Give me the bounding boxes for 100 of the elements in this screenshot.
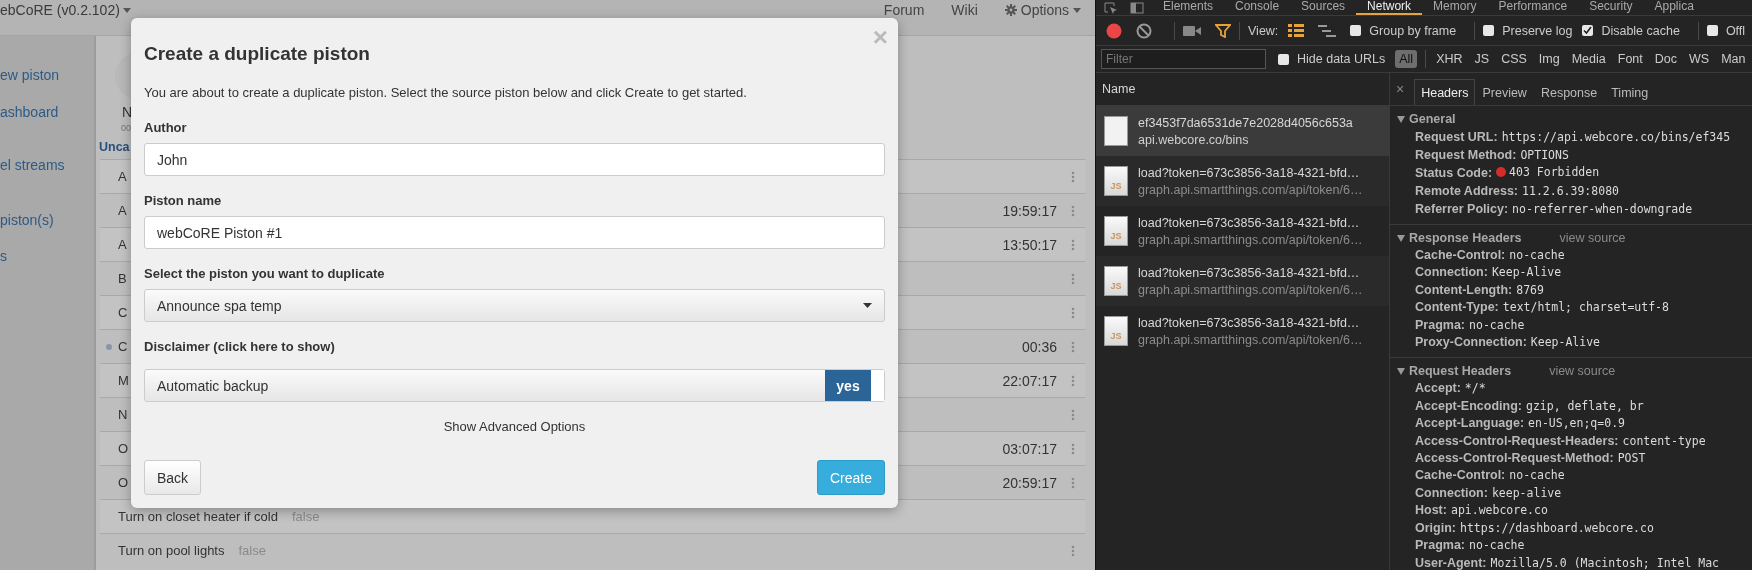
piston-dropdown[interactable]: Announce spa temp [144, 289, 885, 322]
text-field[interactable]: John [144, 143, 885, 176]
devtools-tab[interactable]: Console [1224, 0, 1291, 15]
disclosure-triangle-icon[interactable] [1397, 367, 1405, 375]
record-icon[interactable] [1106, 22, 1122, 39]
type-filter[interactable]: WS [1685, 50, 1714, 68]
nav-link[interactable]: Wiki [951, 2, 978, 18]
filter-icon[interactable] [1215, 23, 1231, 38]
header-value: 403 Forbidden [1509, 165, 1600, 179]
piston-name: O [118, 441, 129, 456]
devtools-tab[interactable]: Applica [1643, 0, 1705, 15]
request-row[interactable]: JS load?token=673c3856-3a18-4321-bfd… graph.api.smartthings.com/api/token/6… [1096, 206, 1389, 256]
checkbox[interactable] [1582, 25, 1594, 36]
group-title: Unca [99, 139, 130, 156]
app-brand[interactable]: ebCoRE (v0.2.102) [0, 2, 120, 18]
text-field[interactable]: webCoRE Piston #1 [144, 216, 885, 249]
script-file-icon: JS [1104, 316, 1128, 346]
view-source-link[interactable]: view source [1549, 364, 1616, 379]
header-name: Status Code: [1415, 166, 1493, 180]
device-icon[interactable] [1130, 1, 1144, 14]
script-file-icon: JS [1104, 216, 1128, 246]
header-value: https://dashboard.webcore.co [1459, 520, 1654, 535]
piston-name: C [118, 305, 128, 320]
header-name: Remote Address: [1415, 184, 1519, 198]
header-value: no-cache [1509, 248, 1565, 262]
header-value: OPTIONS [1520, 148, 1569, 162]
inspect-icon[interactable] [1104, 1, 1118, 14]
type-filter[interactable]: CSS [1497, 50, 1531, 68]
detail-tab[interactable]: Headers [1414, 79, 1476, 105]
filter-field[interactable]: Filter [1101, 49, 1266, 69]
field-label: Piston name [144, 192, 222, 210]
type-filter[interactable]: All [1395, 50, 1418, 68]
caret-icon [1073, 7, 1081, 13]
header-name: Cache-Control: [1415, 248, 1506, 262]
script-file-icon: JS [1104, 266, 1128, 296]
piston-name: B [118, 271, 127, 286]
devtools-tab[interactable]: Security [1578, 0, 1644, 15]
dialog-intro: You are about to create a duplicate piston. Select the source piston below and click Create to get started. [144, 84, 748, 102]
clear-icon[interactable] [1136, 22, 1152, 39]
view-label: View: [1248, 23, 1279, 38]
piston-name: C [118, 339, 128, 354]
checkbox[interactable] [1483, 25, 1495, 36]
piston-name: Turn on pool lights [118, 543, 225, 558]
header-name: Request URL: [1415, 130, 1498, 144]
script-file-icon: JS [1104, 166, 1128, 196]
request-row[interactable]: JS load?token=673c3856-3a18-4321-bfd… graph.api.smartthings.com/api/token/6… [1096, 156, 1389, 206]
detail-tab[interactable]: Timing [1604, 79, 1656, 105]
devtools-tab[interactable]: Elements [1152, 0, 1225, 15]
type-filter[interactable]: Font [1613, 50, 1647, 68]
header-name: Cache-Control: [1415, 468, 1506, 483]
request-row[interactable]: ef3453f7da6531de7e2028d4056c653a api.webcore.co/bins [1096, 106, 1389, 156]
devtools-tab[interactable]: Network [1356, 0, 1423, 15]
disclosure-triangle-icon[interactable] [1397, 115, 1405, 123]
header-value: keep-alive [1491, 485, 1562, 500]
piston-time: 22:07:17 [1002, 372, 1057, 389]
backup-toggle[interactable]: Automatic backup yes [144, 369, 885, 402]
advanced-options-link[interactable]: Show Advanced Options [443, 418, 586, 436]
disclosure-triangle-icon[interactable] [1397, 234, 1405, 242]
type-filter[interactable]: Media [1567, 50, 1610, 68]
checkbox-label: Offl [1725, 23, 1746, 38]
devtools-tab[interactable]: Performance [1487, 0, 1579, 15]
header-value: POST [1617, 451, 1646, 466]
header-value: Mozilla/5.0 (Macintosh; Intel Mac [1490, 555, 1720, 570]
camera-icon[interactable] [1183, 24, 1201, 37]
options-menu[interactable]: Options [1004, 2, 1081, 18]
header-name: Access-Control-Request-Method: [1415, 451, 1614, 466]
header-value: no-cache [1469, 317, 1525, 332]
type-filter[interactable]: JS [1470, 50, 1494, 68]
section-title[interactable]: Request Headers [1409, 364, 1512, 379]
section-title[interactable]: General [1409, 112, 1456, 126]
checkbox[interactable] [1350, 25, 1362, 36]
nav-link[interactable]: Forum [883, 2, 925, 18]
type-filter[interactable]: Img [1534, 50, 1564, 68]
piston-time: 20:59:17 [1002, 474, 1057, 491]
piston-time: 00:36 [1021, 338, 1057, 355]
devtools-tab[interactable]: Sources [1290, 0, 1357, 15]
back-button[interactable]: Back [144, 460, 202, 495]
request-row[interactable]: JS load?token=673c3856-3a18-4321-bfd… graph.api.smartthings.com/api/token/6… [1096, 256, 1389, 306]
waterfall-view-icon[interactable] [1318, 24, 1337, 37]
checkbox[interactable] [1278, 53, 1289, 65]
type-filter[interactable]: XHR [1432, 50, 1467, 68]
header-name: Content-Length: [1415, 282, 1513, 297]
view-source-link[interactable]: view source [1559, 231, 1626, 245]
request-name: load?token=673c3856-3a18-4321-bfd… [1138, 165, 1361, 180]
detail-tab[interactable]: Preview [1475, 79, 1534, 105]
type-filter[interactable]: Doc [1650, 50, 1681, 68]
request-name: load?token=673c3856-3a18-4321-bfd… [1138, 315, 1361, 330]
request-row[interactable]: JS load?token=673c3856-3a18-4321-bfd… graph.api.smartthings.com/api/token/6… [1096, 306, 1389, 356]
list-view-icon[interactable] [1288, 24, 1305, 37]
disclaimer-link[interactable]: Disclaimer (click here to show) [144, 338, 335, 356]
checkbox-label: Group by frame [1369, 23, 1457, 38]
header-value: en-US,en;q=0.9 [1528, 416, 1625, 431]
detail-tab[interactable]: Response [1533, 79, 1605, 105]
type-filter[interactable]: Man [1717, 50, 1750, 68]
piston-time: 03:07:17 [1002, 440, 1057, 457]
section-title[interactable]: Response Headers [1409, 231, 1522, 245]
checkbox[interactable] [1706, 25, 1718, 36]
devtools-tab[interactable]: Memory [1422, 0, 1488, 15]
header-name: Pragma: [1415, 538, 1466, 553]
caret-icon [122, 7, 131, 13]
